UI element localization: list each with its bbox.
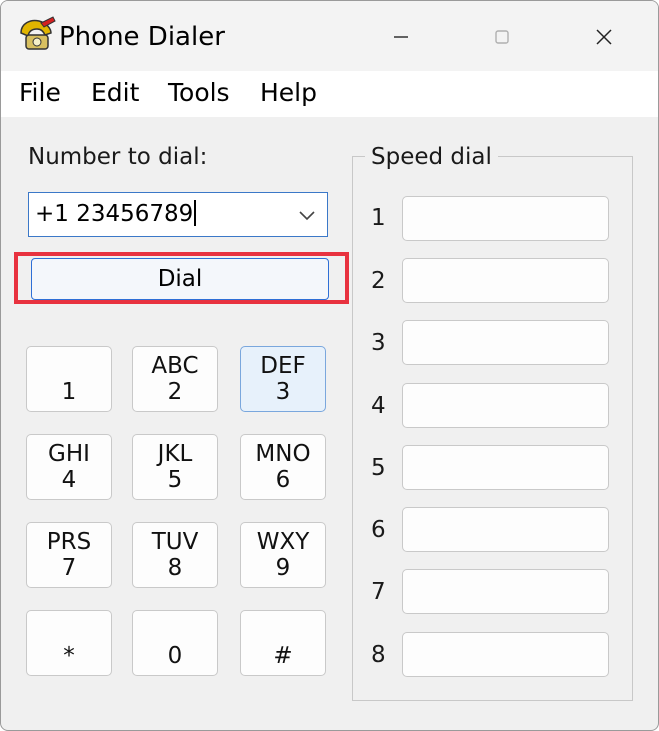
speed-dial-slot-4[interactable] <box>402 383 609 428</box>
speed-dial-number-5: 5 <box>371 455 386 481</box>
menu-bar: File Edit Tools Help <box>1 71 658 117</box>
key-8[interactable]: TUV 8 <box>132 522 218 588</box>
speed-dial-number-1: 1 <box>371 205 386 231</box>
chevron-down-icon[interactable] <box>295 203 319 227</box>
maximize-button[interactable] <box>482 17 522 57</box>
menu-help[interactable]: Help <box>260 77 317 109</box>
title-bar: Phone Dialer <box>1 1 658 71</box>
speed-dial-title: Speed dial <box>365 143 498 171</box>
menu-file[interactable]: File <box>19 77 61 109</box>
close-button[interactable] <box>584 17 624 57</box>
dial-button[interactable]: Dial <box>31 258 329 300</box>
key-7[interactable]: PRS 7 <box>26 522 112 588</box>
speed-dial-number-3: 3 <box>371 330 386 356</box>
speed-dial-slot-3[interactable] <box>402 320 609 365</box>
key-1[interactable]: 1 <box>26 346 112 412</box>
phone-app-icon <box>20 16 56 50</box>
speed-dial-slot-7[interactable] <box>402 569 609 614</box>
menu-edit[interactable]: Edit <box>91 77 139 109</box>
maximize-icon <box>495 30 509 44</box>
key-6[interactable]: MNO 6 <box>240 434 326 500</box>
phone-dialer-window: Phone Dialer File Edit Tools Help Number… <box>0 0 659 731</box>
key-0[interactable]: 0 <box>132 610 218 676</box>
key-5[interactable]: JKL 5 <box>132 434 218 500</box>
minimize-icon <box>394 36 408 38</box>
number-to-dial-input[interactable]: +1 23456789 <box>35 200 196 228</box>
speed-dial-number-7: 7 <box>371 579 386 605</box>
key-4[interactable]: GHI 4 <box>26 434 112 500</box>
speed-dial-slot-5[interactable] <box>402 445 609 490</box>
number-to-dial-label: Number to dial: <box>28 144 208 170</box>
window-title: Phone Dialer <box>59 22 225 52</box>
key-star[interactable]: * <box>26 610 112 676</box>
minimize-button[interactable] <box>381 17 421 57</box>
number-to-dial-combobox[interactable]: +1 23456789 <box>28 192 328 237</box>
speed-dial-number-8: 8 <box>371 642 386 668</box>
key-hash[interactable]: # <box>240 610 326 676</box>
speed-dial-number-4: 4 <box>371 393 386 419</box>
key-2[interactable]: ABC 2 <box>132 346 218 412</box>
speed-dial-slot-6[interactable] <box>402 507 609 552</box>
speed-dial-slot-2[interactable] <box>402 258 609 303</box>
speed-dial-number-6: 6 <box>371 517 386 543</box>
close-icon <box>596 29 612 45</box>
speed-dial-slot-1[interactable] <box>402 196 609 241</box>
speed-dial-slot-8[interactable] <box>402 632 609 677</box>
speed-dial-number-2: 2 <box>371 268 386 294</box>
key-3[interactable]: DEF 3 <box>240 346 326 412</box>
key-9[interactable]: WXY 9 <box>240 522 326 588</box>
menu-tools[interactable]: Tools <box>168 77 230 109</box>
